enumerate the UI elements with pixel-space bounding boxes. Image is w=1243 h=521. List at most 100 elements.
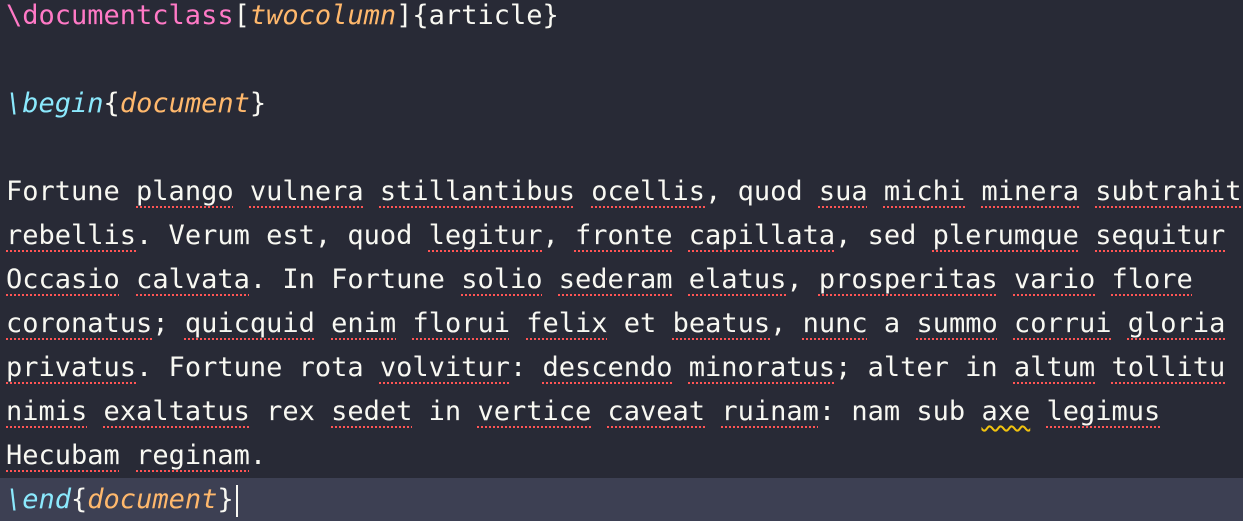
misspelled-word: plerumque bbox=[932, 220, 1079, 251]
syntax-token: \begin bbox=[6, 88, 104, 119]
misspelled-word: altum bbox=[1013, 352, 1096, 383]
syntax-token: document bbox=[119, 88, 250, 119]
misspelled-word: minera bbox=[981, 176, 1079, 207]
misspelled-word: reginam bbox=[136, 440, 250, 471]
misspelled-word: legimus bbox=[1046, 396, 1161, 427]
misspelled-word: nunc bbox=[802, 308, 868, 339]
text-run bbox=[705, 396, 721, 427]
text-run bbox=[673, 352, 689, 383]
text-run bbox=[120, 440, 136, 471]
editor-line[interactable] bbox=[0, 38, 1243, 82]
text-run: . Fortune rota bbox=[136, 352, 380, 383]
misspelled-word: sederam bbox=[558, 264, 673, 295]
text-cursor bbox=[235, 484, 238, 517]
misspelled-word: Hecubam bbox=[6, 440, 120, 471]
text-run: Fortune bbox=[6, 176, 137, 207]
text-run bbox=[1030, 396, 1046, 427]
misspelled-word: summo bbox=[916, 308, 998, 339]
text-run bbox=[868, 176, 884, 207]
text-run bbox=[364, 176, 380, 207]
grammar-warning-word: axe bbox=[981, 396, 1031, 427]
syntax-token: \end bbox=[6, 484, 72, 515]
misspelled-word: plango bbox=[136, 176, 234, 207]
editor-line[interactable]: \documentclass[twocolumn]{article} bbox=[0, 0, 1243, 38]
misspelled-word: minoratus bbox=[688, 352, 836, 383]
text-run: : nam sub bbox=[818, 396, 982, 427]
misspelled-word: florui bbox=[412, 308, 510, 339]
text-run: , bbox=[770, 308, 803, 339]
text-run: , bbox=[542, 220, 575, 251]
editor-line[interactable]: privatus. Fortune rota volvitur: descend… bbox=[0, 346, 1243, 390]
misspelled-word: tollitu bbox=[1111, 352, 1226, 383]
misspelled-word: stillantibus bbox=[379, 176, 575, 207]
text-run bbox=[1079, 176, 1095, 207]
syntax-token: \documentclass bbox=[6, 0, 234, 31]
misspelled-word: enim bbox=[331, 308, 397, 339]
editor-line[interactable]: nimis exaltatus rex sedet in vertice cav… bbox=[0, 390, 1243, 434]
text-run: ; bbox=[152, 308, 185, 339]
syntax-token: twocolumn bbox=[249, 0, 397, 31]
text-run bbox=[396, 308, 412, 339]
text-run bbox=[234, 176, 250, 207]
syntax-token: ] bbox=[396, 0, 413, 31]
misspelled-word: fronte bbox=[574, 220, 673, 251]
misspelled-word: capillata bbox=[688, 220, 836, 251]
current-line[interactable]: \end{document} bbox=[0, 478, 1243, 521]
syntax-token: [ bbox=[233, 0, 250, 31]
misspelled-word: descendo bbox=[542, 352, 673, 383]
misspelled-word: michi bbox=[883, 176, 966, 207]
text-run: , quod bbox=[705, 176, 819, 207]
misspelled-word: flore bbox=[1111, 264, 1193, 295]
syntax-token: } bbox=[217, 484, 234, 515]
misspelled-word: vario bbox=[1013, 264, 1096, 295]
editor-line[interactable]: \begin{document} bbox=[0, 82, 1243, 126]
text-run bbox=[591, 396, 607, 427]
text-run bbox=[673, 220, 689, 251]
misspelled-word: gloria bbox=[1127, 308, 1226, 339]
editor-line[interactable]: Fortune plango vulnera stillantibus ocel… bbox=[0, 170, 1243, 214]
misspelled-word: Occasio bbox=[6, 264, 120, 295]
text-run bbox=[87, 396, 103, 427]
text-run: et bbox=[607, 308, 673, 339]
syntax-token: } bbox=[249, 88, 267, 119]
misspelled-word: ocellis bbox=[591, 176, 706, 207]
editor-line[interactable]: Occasio calvata. In Fortune solio sedera… bbox=[0, 258, 1243, 302]
text-run bbox=[510, 308, 526, 339]
text-run: . In Fortune bbox=[249, 264, 462, 295]
misspelled-word: nimis bbox=[6, 396, 88, 427]
misspelled-word: vertice bbox=[477, 396, 592, 427]
syntax-token: document bbox=[87, 484, 218, 515]
text-run: in bbox=[412, 396, 478, 427]
text-run bbox=[575, 176, 591, 207]
misspelled-word: ruinam bbox=[721, 396, 819, 427]
misspelled-word: quicquid bbox=[184, 308, 315, 339]
misspelled-word: sedet bbox=[331, 396, 413, 427]
misspelled-word: volvitur bbox=[379, 352, 510, 383]
text-run bbox=[673, 264, 689, 295]
text-run bbox=[998, 308, 1014, 339]
misspelled-word: sequitur bbox=[1095, 220, 1226, 251]
code-editor[interactable]: \documentclass[twocolumn]{article} \begin… bbox=[0, 0, 1243, 521]
misspelled-word: elatus bbox=[688, 264, 787, 295]
editor-line[interactable]: rebellis. Verum est, quod legitur, front… bbox=[0, 214, 1243, 258]
text-run bbox=[1079, 220, 1095, 251]
syntax-token: {article} bbox=[412, 0, 559, 31]
text-run: rex bbox=[249, 396, 332, 427]
misspelled-word: vulnera bbox=[249, 176, 364, 207]
misspelled-word: felix bbox=[526, 308, 608, 339]
syntax-token: { bbox=[71, 484, 88, 515]
text-run bbox=[1095, 352, 1111, 383]
text-run bbox=[120, 264, 136, 295]
text-run bbox=[315, 308, 331, 339]
text-run bbox=[1112, 308, 1128, 339]
editor-line[interactable] bbox=[0, 126, 1243, 170]
editor-line[interactable]: coronatus; quicquid enim florui felix et… bbox=[0, 302, 1243, 346]
text-run bbox=[542, 264, 558, 295]
misspelled-word: subtrahit bbox=[1095, 176, 1242, 207]
text-run: . Verum est, quod bbox=[136, 220, 429, 251]
text-run: : bbox=[509, 352, 543, 383]
text-run bbox=[965, 176, 981, 207]
editor-line[interactable]: Hecubam reginam. bbox=[0, 434, 1243, 478]
misspelled-word: caveat bbox=[607, 396, 706, 427]
misspelled-word: exaltatus bbox=[103, 396, 250, 427]
